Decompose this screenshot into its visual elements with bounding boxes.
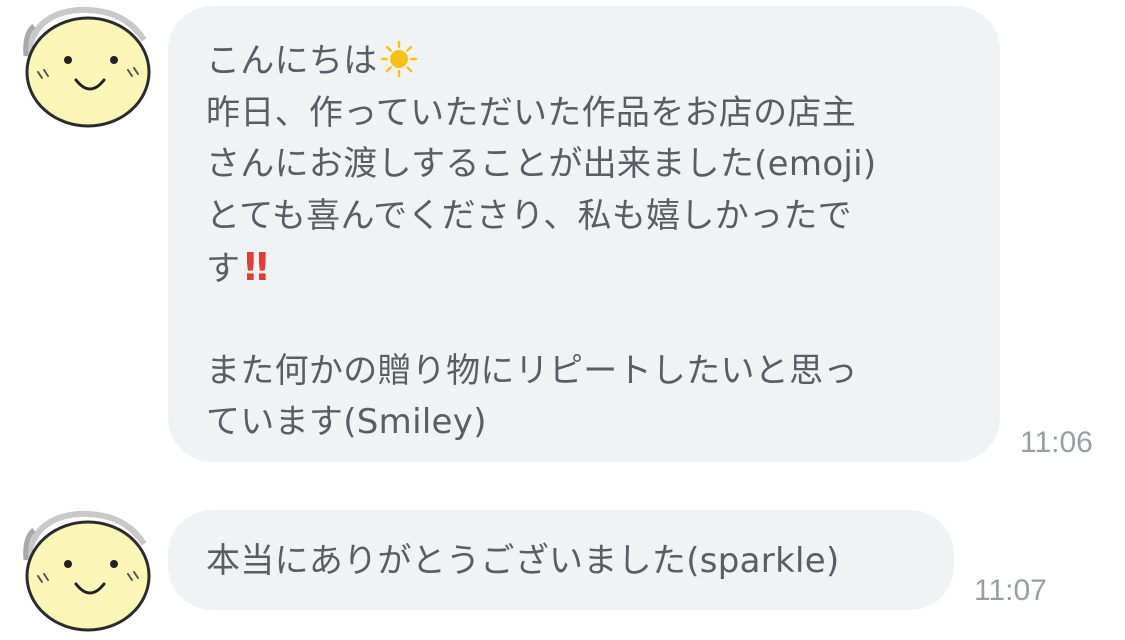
message-bubble[interactable]: 本当にありがとうございました(sparkle) xyxy=(168,510,954,610)
message-timestamp: 11:07 xyxy=(974,574,1047,607)
message-line: こんにちは xyxy=(206,36,970,88)
message-line: 昨日、作っていただいた作品をお店の店主 xyxy=(206,92,856,133)
sender-avatar[interactable] xyxy=(20,4,152,128)
smiley-face-avatar-icon xyxy=(23,6,151,128)
message-line: ています(Smiley) xyxy=(206,402,487,443)
message-line: さんにお渡しすることが出来ました(emoji) xyxy=(206,144,877,185)
message-bubble[interactable]: こんにちは 昨日、作っていただいた作品をお店の店主 さんにお渡しすることが出来ま… xyxy=(168,6,1000,462)
message-line: 本当にありがとうございました(sparkle) xyxy=(206,541,840,581)
message-line: また何かの贈り物にリピートしたいと思っ xyxy=(206,350,858,391)
sender-avatar[interactable] xyxy=(20,508,152,632)
message-timestamp: 11:06 xyxy=(1020,426,1093,459)
message-line: とても喜んでくださり、私も嬉しかったで xyxy=(206,195,852,236)
smiley-face-avatar-icon xyxy=(23,510,151,632)
message-line: す ‼ xyxy=(206,245,268,290)
sun-emoji-icon xyxy=(380,40,417,78)
double-exclamation-icon: ‼ xyxy=(244,245,268,290)
